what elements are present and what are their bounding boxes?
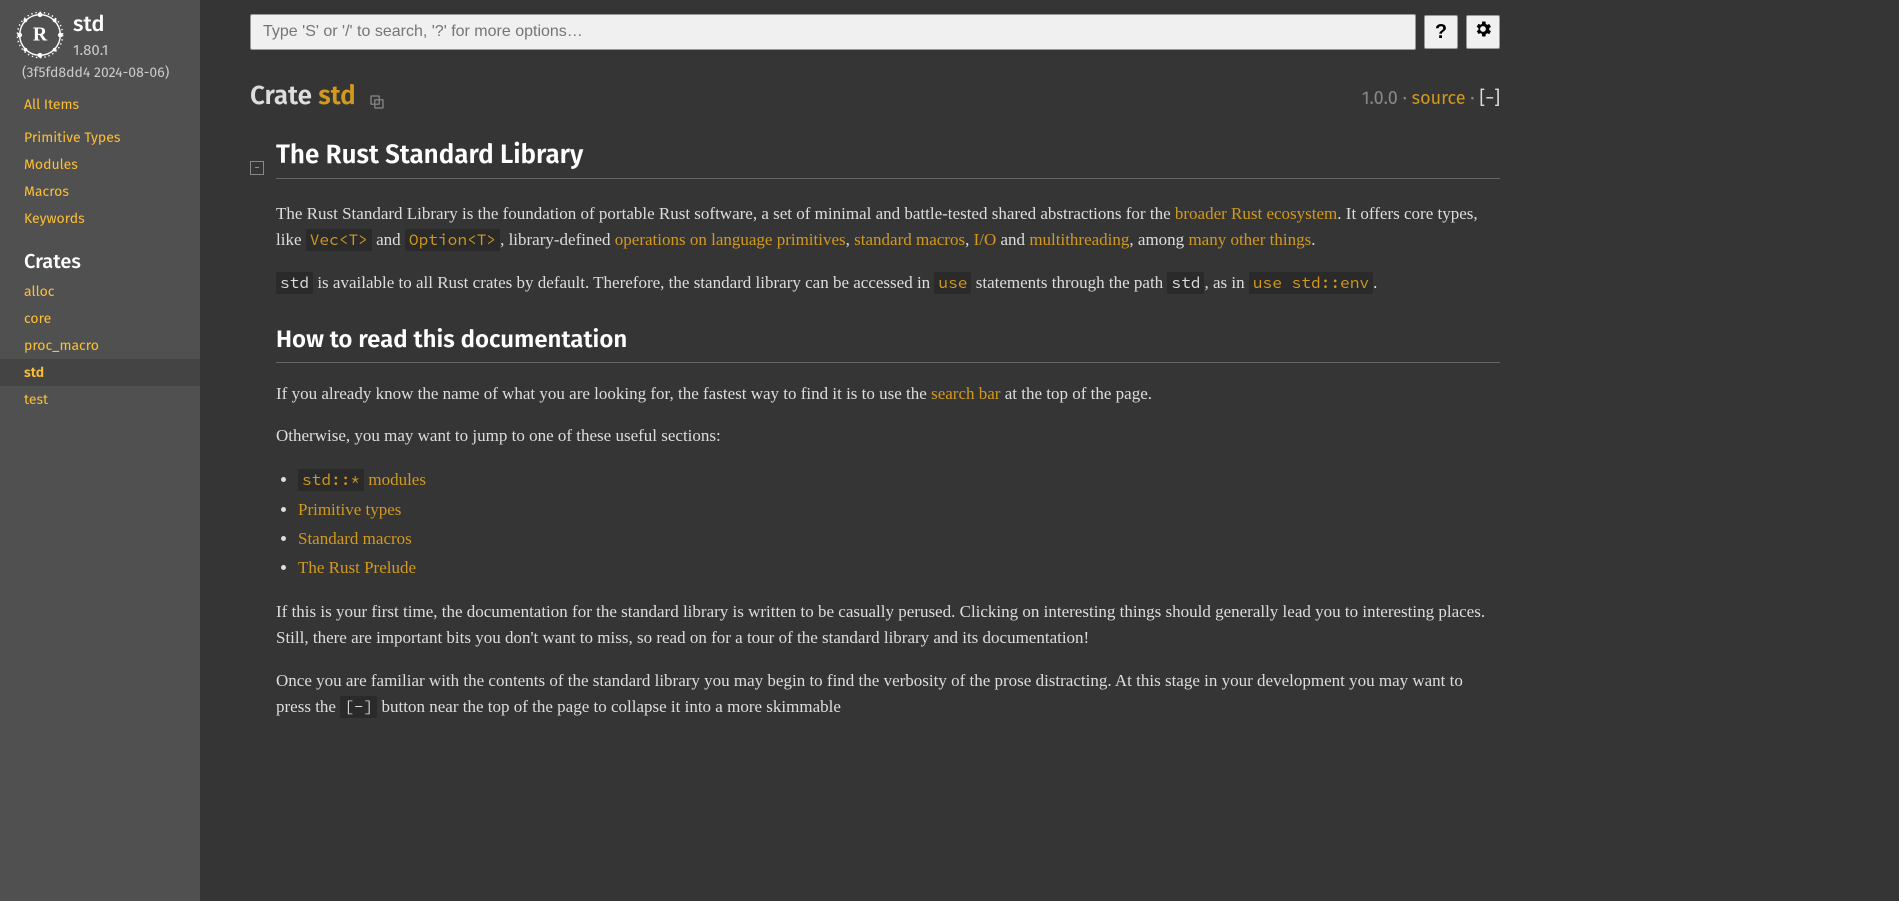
heading-prefix: Crate (250, 80, 318, 111)
link-standard-macros[interactable]: standard macros (854, 230, 965, 249)
useful-sections-list: std::* modules Primitive types Standard … (298, 466, 1500, 581)
list-item: std::* modules (298, 466, 1500, 494)
svg-text:R: R (33, 24, 48, 46)
heading-crate-name: std (318, 80, 355, 111)
doc-paragraph: Otherwise, you may want to jump to one o… (276, 423, 1500, 449)
rust-logo-icon: R (15, 10, 65, 60)
sidebar-nav-block: Primitive Types Modules Macros Keywords (0, 118, 200, 232)
doc-paragraph: The Rust Standard Library is the foundat… (276, 201, 1500, 254)
crate-commit-meta: (3f5fd8dd4 2024-08-06) (0, 60, 200, 91)
code-use-std-env[interactable]: use std::env (1249, 272, 1373, 294)
copy-path-icon[interactable] (368, 87, 386, 105)
doc-paragraph: Once you are familiar with the contents … (276, 668, 1500, 721)
sidebar: R std 1.80.1 (3f5fd8dd4 2024-08-06) All … (0, 0, 200, 901)
collapse-toggle-icon[interactable]: − (250, 161, 264, 175)
since-version: 1.0.0 (1362, 87, 1398, 109)
doc-h1: The Rust Standard Library (276, 139, 1500, 179)
sidebar-crates-heading: Crates (0, 232, 200, 278)
doc-body: The Rust Standard Library is the foundat… (250, 201, 1500, 721)
page-title: Crate std (250, 80, 386, 111)
sidebar-item-primitive-types[interactable]: Primitive Types (0, 124, 200, 151)
main-content: ? Crate std 1.0.0 · source · [− (200, 0, 1550, 901)
link-lang-primitives[interactable]: operations on language primitives (615, 230, 846, 249)
link-standard-macros-list[interactable]: Standard macros (298, 529, 412, 548)
doc-section-toggle-row: − The Rust Standard Library (250, 139, 1500, 197)
sidebar-crate-proc-macro[interactable]: proc_macro (0, 332, 200, 359)
link-primitive-types[interactable]: Primitive types (298, 500, 401, 519)
heading-meta: 1.0.0 · source · [−] (1362, 87, 1500, 109)
list-item: The Rust Prelude (298, 554, 1500, 581)
sidebar-crate-std[interactable]: std (0, 359, 200, 386)
link-many-other[interactable]: many other things (1188, 230, 1311, 249)
link-std-modules[interactable]: std::* modules (298, 470, 426, 489)
sidebar-header: R std 1.80.1 (0, 10, 200, 60)
link-io[interactable]: I/O (974, 230, 997, 249)
search-input[interactable] (250, 14, 1416, 50)
doc-h2-how-to-read: How to read this documentation (276, 326, 1500, 363)
link-broader-ecosystem[interactable]: broader Rust ecosystem (1175, 204, 1337, 223)
doc-paragraph: std is available to all Rust crates by d… (276, 270, 1500, 296)
link-search-bar[interactable]: search bar (931, 384, 1000, 403)
sidebar-crate-alloc[interactable]: alloc (0, 278, 200, 305)
code-vec[interactable]: Vec<T> (306, 229, 372, 251)
sidebar-crate-core[interactable]: core (0, 305, 200, 332)
code-collapse: [-] (340, 696, 377, 718)
crate-name[interactable]: std (73, 11, 108, 37)
code-option[interactable]: Option<T> (405, 229, 500, 251)
doc-paragraph: If this is your first time, the document… (276, 599, 1500, 652)
settings-button[interactable] (1466, 15, 1500, 49)
sidebar-all-items[interactable]: All Items (0, 91, 200, 118)
page-heading-row: Crate std 1.0.0 · source · [−] (250, 80, 1500, 111)
collapse-all-toggle[interactable]: [−] (1479, 87, 1500, 109)
source-link[interactable]: source (1412, 87, 1466, 109)
code-std-path: std (1167, 272, 1204, 294)
code-use[interactable]: use (934, 272, 971, 294)
crate-version: 1.80.1 (73, 41, 108, 59)
code-std: std (276, 272, 313, 294)
link-multithreading[interactable]: multithreading (1029, 230, 1129, 249)
list-item: Standard macros (298, 525, 1500, 552)
sidebar-crate-test[interactable]: test (0, 386, 200, 413)
link-rust-prelude[interactable]: The Rust Prelude (298, 558, 416, 577)
sidebar-item-modules[interactable]: Modules (0, 151, 200, 178)
help-button[interactable]: ? (1424, 15, 1458, 49)
list-item: Primitive types (298, 496, 1500, 523)
gear-icon (1473, 19, 1493, 45)
sidebar-item-keywords[interactable]: Keywords (0, 205, 200, 232)
topbar: ? (250, 14, 1500, 50)
doc-paragraph: If you already know the name of what you… (276, 381, 1500, 407)
sidebar-item-macros[interactable]: Macros (0, 178, 200, 205)
